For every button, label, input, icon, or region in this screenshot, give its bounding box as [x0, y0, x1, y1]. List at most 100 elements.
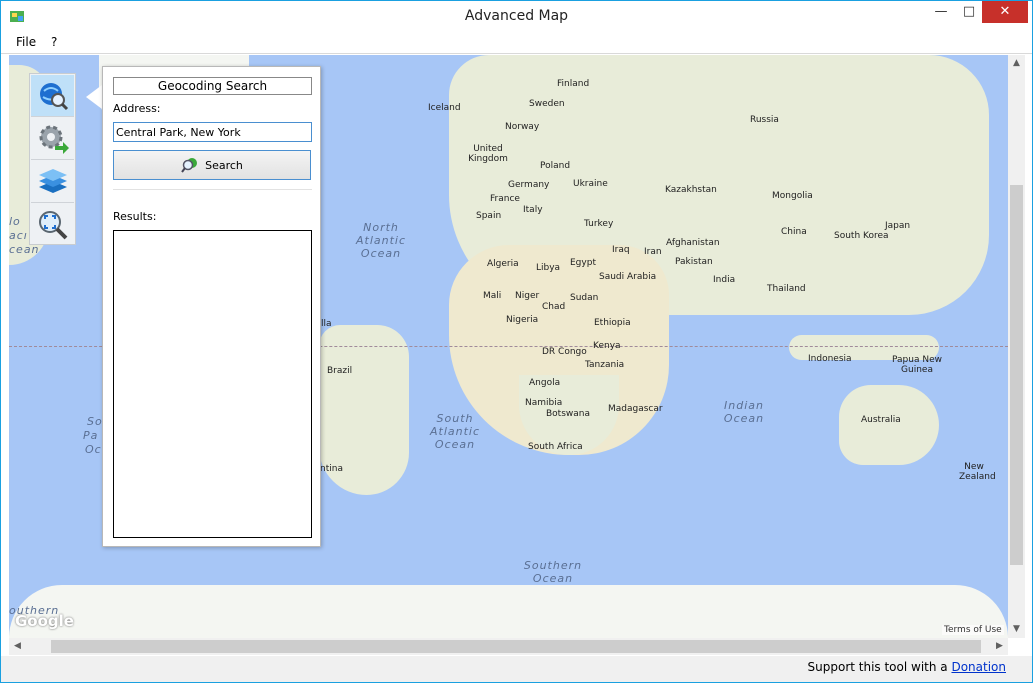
tool-strip [29, 73, 76, 245]
country-label: South Korea [834, 231, 889, 241]
status-bar: Support this tool with a Donation [1, 656, 1032, 682]
country-label: Iran [644, 247, 662, 257]
country-label: Finland [557, 79, 590, 89]
status-text: Support this tool with a Donation [808, 660, 1006, 674]
country-label: France [490, 194, 520, 204]
scroll-up-icon[interactable]: ▲ [1008, 55, 1025, 72]
country-label: Angola [529, 378, 561, 388]
country-label: Libya [536, 263, 561, 273]
search-button[interactable]: Search [113, 150, 311, 180]
scroll-down-icon[interactable]: ▼ [1008, 621, 1025, 638]
country-label: Tanzania [585, 360, 625, 370]
country-label: Italy [523, 205, 543, 215]
status-message: Support this tool with a [807, 660, 952, 674]
maximize-button[interactable]: □ [955, 1, 983, 23]
zoom-extent-icon [38, 211, 67, 240]
horizontal-scrollbar[interactable]: ◀ ▶ [9, 638, 1008, 655]
panel-title: Geocoding Search [113, 77, 312, 95]
address-label: Address: [113, 102, 161, 115]
country-label: Namibia [525, 398, 563, 408]
globe-search-icon [39, 82, 68, 110]
google-logo: Google [15, 612, 74, 630]
menu-help[interactable]: ? [51, 35, 57, 49]
country-label: DR Congo [542, 347, 587, 357]
country-label: United Kingdom [468, 144, 508, 164]
minimize-button[interactable]: — [927, 1, 955, 23]
country-label: Ukraine [573, 179, 608, 189]
layers-tool-button[interactable] [31, 161, 74, 203]
country-label: Spain [476, 211, 502, 221]
country-label: Egypt [570, 258, 596, 268]
country-label: Kazakhstan [665, 185, 717, 195]
land-antarctica [9, 585, 1008, 638]
edge-label: So [87, 415, 103, 428]
horizontal-scroll-thumb[interactable] [51, 640, 981, 653]
results-list[interactable] [113, 230, 312, 538]
address-input[interactable] [113, 122, 312, 142]
country-label: Nigeria [506, 315, 539, 325]
country-label: Poland [540, 161, 571, 171]
country-label: China [781, 227, 807, 237]
country-label: South Africa [528, 442, 583, 452]
country-label: Indonesia [808, 354, 852, 364]
country-label: India [713, 275, 736, 285]
vertical-scrollbar[interactable]: ▲ ▼ [1008, 55, 1025, 638]
country-label: Mali [483, 291, 502, 301]
ocean-label: South Atlantic Ocean [429, 412, 481, 451]
gear-arrow-icon [39, 125, 69, 154]
country-label: Turkey [584, 219, 614, 229]
ocean-label: North Atlantic Ocean [355, 221, 407, 260]
country-label: New Zealand [959, 462, 996, 482]
title-bar: Advanced Map — □ ✕ [1, 1, 1032, 32]
country-label: Norway [505, 122, 540, 132]
terms-of-use-link[interactable]: Terms of Use [942, 625, 1004, 635]
menu-bar: File ? [1, 32, 1032, 54]
country-label: Germany [508, 180, 550, 190]
country-label: Sweden [529, 99, 565, 109]
panel-pointer [86, 85, 102, 109]
country-label: Algeria [487, 259, 519, 269]
country-label: Iceland [428, 103, 461, 113]
search-button-label: Search [205, 158, 243, 172]
scroll-right-icon[interactable]: ▶ [991, 638, 1008, 655]
layers-icon [38, 168, 67, 193]
edge-label: Pa [83, 429, 99, 442]
settings-tool-button[interactable] [31, 118, 74, 160]
ocean-label: Indian Ocean [723, 399, 765, 425]
vertical-scroll-thumb[interactable] [1010, 185, 1023, 565]
close-button[interactable]: ✕ [982, 1, 1028, 23]
geocoding-tool-button[interactable] [31, 75, 74, 117]
country-label: Chad [542, 302, 566, 312]
land-australia [839, 385, 939, 465]
country-label: Afghanistan [666, 238, 720, 248]
search-globe-icon [181, 158, 198, 173]
country-label: Botswana [546, 409, 590, 419]
donation-link[interactable]: Donation [951, 660, 1006, 674]
edge-label: ntina [320, 464, 343, 474]
country-label: Pakistan [675, 257, 713, 267]
country-label: Brazil [327, 366, 353, 376]
app-window: Advanced Map — □ ✕ File ? Finland Icelan… [0, 0, 1033, 683]
country-label: Sudan [570, 293, 599, 303]
country-label: Russia [750, 115, 779, 125]
country-label: Saudi Arabia [599, 272, 657, 282]
country-label: Kenya [593, 341, 621, 351]
country-label: Papua New Guinea [892, 355, 942, 375]
edge-label: lla [321, 319, 332, 329]
zoom-extent-tool-button[interactable] [31, 204, 74, 246]
country-label: Iraq [612, 245, 630, 255]
country-label: Niger [515, 291, 540, 301]
geocoding-panel: Geocoding Search Address: Search Results… [102, 66, 321, 547]
panel-divider [113, 189, 312, 190]
country-label: Thailand [767, 284, 806, 294]
country-label: Japan [885, 221, 911, 231]
menu-file[interactable]: File [16, 35, 36, 49]
scroll-left-icon[interactable]: ◀ [9, 638, 26, 655]
edge-label: Oc [85, 443, 102, 456]
country-label: Australia [861, 415, 901, 425]
ocean-label: Southern Ocean [523, 559, 583, 585]
country-label: Madagascar [608, 404, 663, 414]
results-label: Results: [113, 210, 157, 223]
window-title: Advanced Map [464, 8, 569, 24]
country-label: Mongolia [772, 191, 813, 201]
